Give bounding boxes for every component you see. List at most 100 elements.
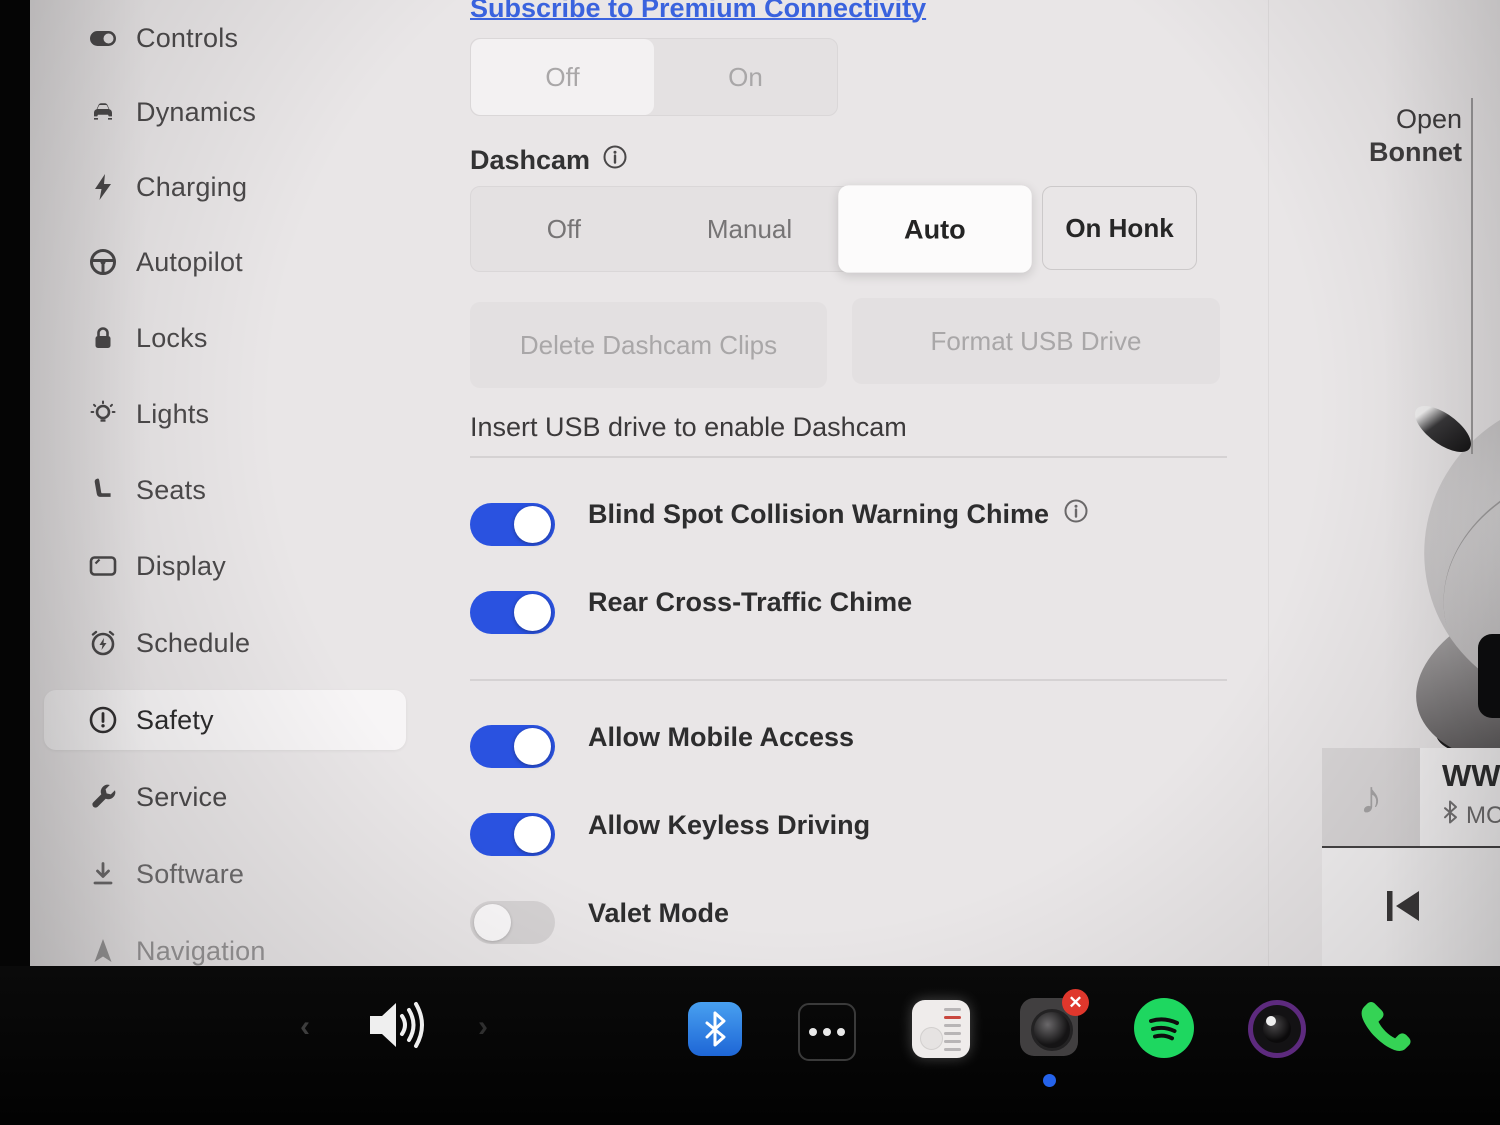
wrench-icon xyxy=(88,782,118,812)
gauge-app-icon[interactable] xyxy=(912,1000,970,1058)
sidebar-item-locks[interactable]: Locks xyxy=(44,308,406,368)
settings-screen: Controls Dynamics Charging Autopilot xyxy=(30,0,1500,966)
info-icon[interactable] xyxy=(602,144,628,177)
sidebar-item-display[interactable]: Display xyxy=(44,536,406,596)
blind-spot-chime-toggle[interactable] xyxy=(470,503,555,546)
webcam-app-icon[interactable] xyxy=(1248,1000,1306,1058)
open-bonnet-line1: Open xyxy=(1330,103,1462,136)
valet-mode-toggle[interactable] xyxy=(470,901,555,944)
media-track-title: WW3 xyxy=(1442,758,1500,794)
sidebar-item-dynamics[interactable]: Dynamics xyxy=(44,82,406,142)
rear-cross-traffic-chime-toggle[interactable] xyxy=(470,591,555,634)
toggle-knob xyxy=(514,816,551,853)
phone-app-icon[interactable] xyxy=(1360,998,1418,1056)
toggle-label-text: Valet Mode xyxy=(588,898,729,929)
sidebar-item-charging[interactable]: Charging xyxy=(44,157,406,217)
media-now-playing[interactable]: ♪ WW3 MC xyxy=(1322,748,1500,846)
bluetooth-icon xyxy=(1442,800,1458,831)
dashcam-on-honk-button[interactable]: On Honk xyxy=(1042,186,1197,270)
edge-cutoff-card xyxy=(1478,634,1500,718)
open-bonnet-button[interactable]: Open Bonnet xyxy=(1330,103,1462,169)
sidebar-item-label: Seats xyxy=(136,475,206,506)
sidebar-item-service[interactable]: Service xyxy=(44,767,406,827)
dashcam-auto-segment[interactable]: Auto xyxy=(839,185,1032,272)
sidebar-item-label: Service xyxy=(136,782,227,813)
usb-note: Insert USB drive to enable Dashcam xyxy=(470,412,907,443)
more-apps-icon[interactable] xyxy=(798,1003,856,1061)
sidebar-item-label: Software xyxy=(136,859,244,890)
sidebar-item-controls[interactable]: Controls xyxy=(44,8,406,68)
car-icon xyxy=(88,97,118,127)
sidebar-item-navigation[interactable]: Navigation xyxy=(44,921,406,966)
lightbulb-icon xyxy=(88,399,118,429)
sidebar-item-software[interactable]: Software xyxy=(44,844,406,904)
gauge-dial xyxy=(920,1027,943,1050)
dashcam-manual-segment[interactable]: Manual xyxy=(657,187,843,271)
allow-mobile-access-label: Allow Mobile Access xyxy=(588,722,854,753)
navigation-arrow-icon xyxy=(88,936,118,966)
allow-keyless-driving-label: Allow Keyless Driving xyxy=(588,810,870,841)
display-icon xyxy=(88,551,118,581)
album-art-placeholder: ♪ xyxy=(1322,748,1420,846)
allow-keyless-driving-toggle[interactable] xyxy=(470,813,555,856)
open-bonnet-line2: Bonnet xyxy=(1330,136,1462,169)
seat-icon xyxy=(88,475,118,505)
blind-spot-chime-label: Blind Spot Collision Warning Chime xyxy=(588,498,1089,531)
toggle-label-text: Allow Mobile Access xyxy=(588,722,854,753)
sidebar-item-schedule[interactable]: Schedule xyxy=(44,613,406,673)
media-player-widget[interactable]: ♪ WW3 MC xyxy=(1322,748,1500,966)
toggle-knob xyxy=(474,904,511,941)
lock-icon xyxy=(88,323,118,353)
allow-mobile-access-toggle[interactable] xyxy=(470,725,555,768)
spotify-app-icon[interactable] xyxy=(1134,998,1194,1058)
sidebar-item-label: Controls xyxy=(136,23,238,54)
music-note-icon: ♪ xyxy=(1360,770,1383,824)
open-bonnet-leader-line xyxy=(1471,98,1473,454)
previous-track-icon[interactable] xyxy=(1384,888,1424,924)
dot xyxy=(809,1028,817,1036)
info-icon[interactable] xyxy=(1063,498,1089,531)
media-source-text: MC xyxy=(1466,802,1500,830)
alert-circle-icon xyxy=(88,705,118,735)
media-track-info: WW3 MC xyxy=(1420,748,1500,846)
gauge-line xyxy=(944,1040,961,1043)
dashcam-off-segment[interactable]: Off xyxy=(471,187,657,271)
premium-on-segment[interactable]: On xyxy=(654,39,837,115)
sidebar-item-lights[interactable]: Lights xyxy=(44,384,406,444)
dot xyxy=(823,1028,831,1036)
sidebar-item-label: Locks xyxy=(136,323,208,354)
toggle-label-text: Allow Keyless Driving xyxy=(588,810,870,841)
sidebar-item-autopilot[interactable]: Autopilot xyxy=(44,232,406,292)
error-badge: ✕ xyxy=(1062,989,1089,1016)
valet-mode-label: Valet Mode xyxy=(588,898,729,929)
media-controls xyxy=(1322,848,1500,966)
premium-off-segment[interactable]: Off xyxy=(471,39,654,115)
gauge-line-red xyxy=(944,1016,961,1019)
media-source: MC xyxy=(1442,800,1500,831)
sidebar-item-safety[interactable]: Safety xyxy=(44,690,406,750)
format-usb-drive-button[interactable]: Format USB Drive xyxy=(852,298,1220,384)
chevron-left-icon[interactable]: ‹ xyxy=(300,1010,310,1044)
gauge-line xyxy=(944,1032,961,1035)
dot xyxy=(837,1028,845,1036)
section-divider xyxy=(470,456,1227,458)
rear-cross-traffic-chime-label: Rear Cross-Traffic Chime xyxy=(588,587,912,618)
clock-bolt-icon xyxy=(88,628,118,658)
camera-app-icon[interactable]: ✕ xyxy=(1020,998,1078,1056)
sidebar-item-label: Lights xyxy=(136,399,209,430)
bluetooth-app-icon[interactable] xyxy=(688,1002,742,1056)
sidebar-item-seats[interactable]: Seats xyxy=(44,460,406,520)
bottom-dock: ‹ › ✕ xyxy=(0,966,1500,1125)
toggle-icon xyxy=(88,23,118,53)
subscribe-premium-link[interactable]: Subscribe to Premium Connectivity xyxy=(470,0,926,24)
webcam-highlight xyxy=(1266,1016,1276,1026)
delete-dashcam-clips-button[interactable]: Delete Dashcam Clips xyxy=(470,302,827,388)
chevron-right-icon[interactable]: › xyxy=(478,1010,488,1044)
dashcam-segmented: Off Manual Auto xyxy=(470,186,1029,272)
volume-icon[interactable] xyxy=(366,996,428,1059)
dashcam-label-text: Dashcam xyxy=(470,145,590,176)
sidebar-item-label: Schedule xyxy=(136,628,250,659)
gauge-line xyxy=(944,1048,961,1051)
toggle-label-text: Blind Spot Collision Warning Chime xyxy=(588,499,1049,530)
download-icon xyxy=(88,859,118,889)
